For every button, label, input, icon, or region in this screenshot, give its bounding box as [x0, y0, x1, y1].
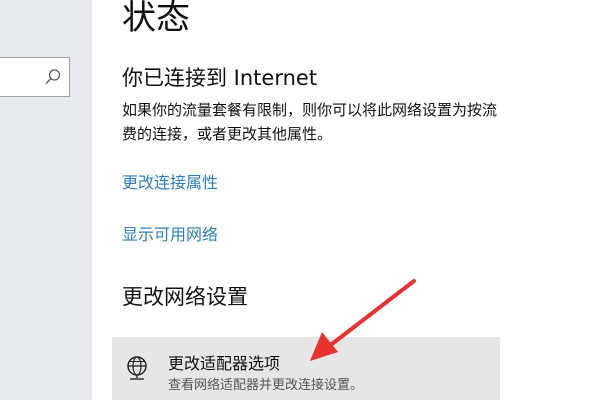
connection-status-title: 你已连接到 Internet [122, 66, 318, 90]
connection-description: 如果你的流量套餐有限制，则你可以将此网络设置为按流 费的连接，或者更改其他属性。 [122, 98, 600, 146]
search-input[interactable] [0, 57, 70, 97]
show-available-networks-link[interactable]: 显示可用网络 [122, 224, 218, 246]
connection-description-line1: 如果你的流量套餐有限制，则你可以将此网络设置为按流 [122, 101, 498, 119]
adapter-options-subtitle: 查看网络适配器并更改连接设置。 [168, 378, 364, 393]
change-connection-properties-link[interactable]: 更改连接属性 [122, 172, 218, 194]
search-icon[interactable] [44, 68, 62, 86]
page-title: 状态 [122, 0, 190, 38]
network-settings-title: 更改网络设置 [122, 285, 248, 309]
main-content: 状态 你已连接到 Internet 如果你的流量套餐有限制，则你可以将此网络设置… [92, 0, 600, 400]
settings-window: 状态 你已连接到 Internet 如果你的流量套餐有限制，则你可以将此网络设置… [0, 0, 600, 400]
change-adapter-options-button[interactable]: 更改适配器选项 查看网络适配器并更改连接设置。 [112, 337, 500, 400]
sidebar [0, 0, 92, 400]
connection-description-line2: 费的连接，或者更改其他属性。 [122, 125, 333, 143]
adapter-options-title: 更改适配器选项 [168, 354, 281, 373]
network-adapter-icon [127, 356, 147, 380]
